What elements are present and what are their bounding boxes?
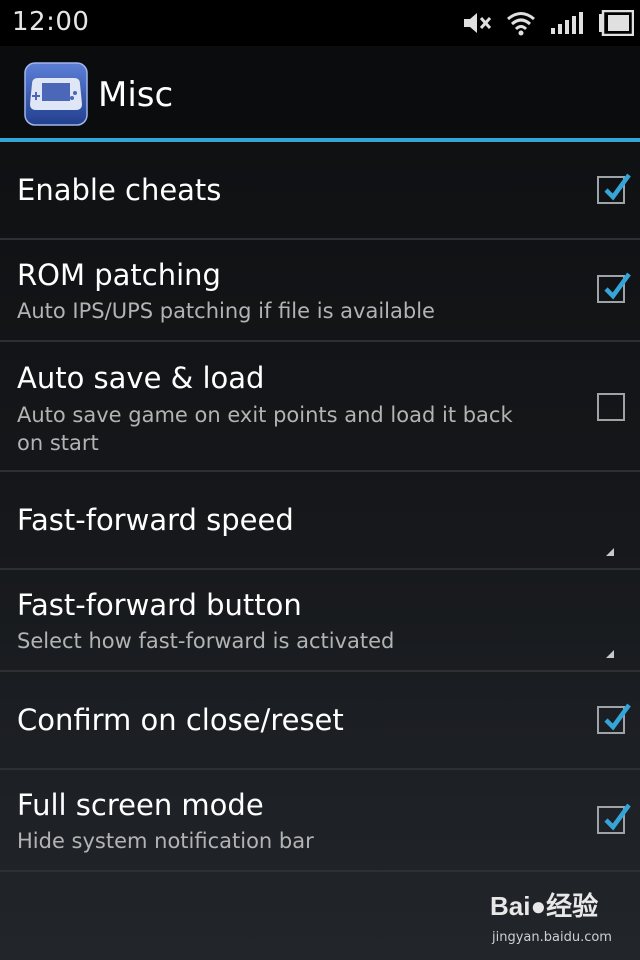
watermark-url: jingyan.baidu.com bbox=[492, 930, 612, 945]
app-icon[interactable] bbox=[24, 62, 88, 126]
preference-list: Enable cheats ROM patching Auto IPS/UPS … bbox=[0, 142, 640, 872]
pref-title: ROM patching bbox=[17, 258, 221, 292]
pref-summary: Auto IPS/UPS patching if file is availab… bbox=[17, 299, 435, 323]
mute-icon bbox=[462, 10, 492, 36]
pref-confirm-close-reset[interactable]: Confirm on close/reset bbox=[0, 672, 640, 770]
action-bar: Misc bbox=[0, 46, 640, 138]
pref-auto-save-load[interactable]: Auto save & load Auto save game on exit … bbox=[0, 342, 640, 472]
pref-title: Auto save & load bbox=[17, 361, 265, 395]
dropdown-indicator-icon bbox=[606, 548, 614, 556]
baidu-jingyan-watermark: Bai●经验 jingyan.baidu.com bbox=[490, 886, 630, 950]
battery-icon bbox=[598, 10, 634, 36]
pref-full-screen-mode[interactable]: Full screen mode Hide system notificatio… bbox=[0, 770, 640, 872]
checkmark-icon bbox=[604, 272, 631, 300]
checkbox-checked[interactable] bbox=[597, 173, 631, 204]
checkmark-icon bbox=[604, 703, 631, 731]
pref-title: Confirm on close/reset bbox=[17, 703, 344, 737]
pref-title: Full screen mode bbox=[17, 788, 264, 822]
checkbox-checked[interactable] bbox=[597, 272, 631, 303]
status-time: 12:00 bbox=[12, 7, 90, 37]
dropdown-indicator-icon bbox=[606, 650, 614, 658]
page-title: Misc bbox=[98, 75, 174, 115]
pref-title: Fast-forward speed bbox=[17, 503, 294, 537]
pref-rom-patching[interactable]: ROM patching Auto IPS/UPS patching if fi… bbox=[0, 240, 640, 342]
pref-title: Fast-forward button bbox=[17, 588, 302, 622]
checkbox-unchecked[interactable] bbox=[597, 393, 625, 421]
status-icons bbox=[462, 6, 634, 40]
checkmark-icon bbox=[604, 173, 631, 201]
signal-icon bbox=[550, 10, 584, 36]
checkbox-checked[interactable] bbox=[597, 803, 631, 834]
pref-summary: Hide system notification bar bbox=[17, 829, 314, 853]
watermark-logo: Bai●经验 bbox=[490, 891, 599, 921]
checkmark-icon bbox=[604, 803, 631, 831]
pref-fast-forward-button[interactable]: Fast-forward button Select how fast-forw… bbox=[0, 570, 640, 672]
settings-screen: 12:00 Misc Enable cheats ROM patching Au… bbox=[0, 0, 640, 960]
pref-fast-forward-speed[interactable]: Fast-forward speed bbox=[0, 472, 640, 570]
pref-title: Enable cheats bbox=[17, 173, 222, 207]
pref-summary: Auto save game on exit points and load i… bbox=[17, 403, 513, 455]
checkbox-checked[interactable] bbox=[597, 703, 631, 734]
pref-summary: Select how fast-forward is activated bbox=[17, 629, 395, 653]
status-bar: 12:00 bbox=[0, 0, 640, 46]
wifi-icon bbox=[506, 10, 536, 36]
pref-enable-cheats[interactable]: Enable cheats bbox=[0, 142, 640, 240]
